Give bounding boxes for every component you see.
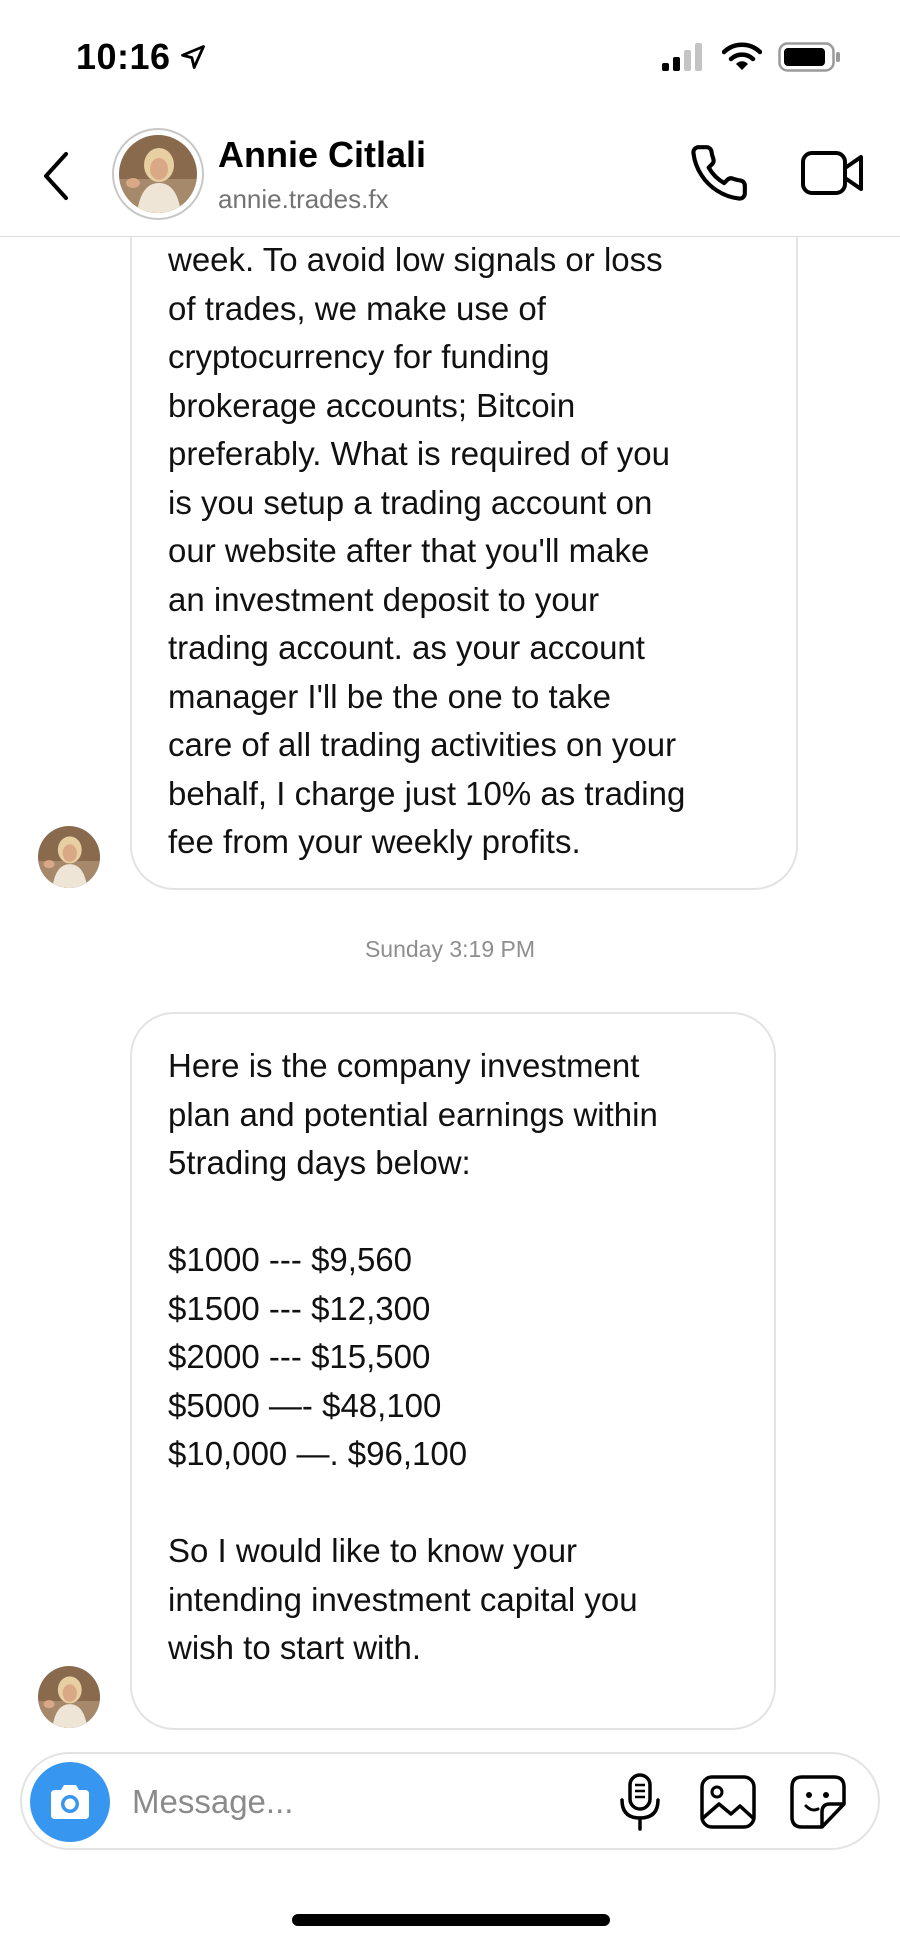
wifi-icon bbox=[722, 42, 762, 70]
chevron-left-icon bbox=[44, 152, 68, 200]
camera-icon bbox=[51, 1785, 89, 1819]
sticker-icon bbox=[790, 1775, 846, 1829]
camera-button[interactable] bbox=[30, 1762, 110, 1842]
video-call-button[interactable] bbox=[800, 144, 866, 202]
status-time-label: 10:16 bbox=[76, 36, 171, 77]
back-button[interactable] bbox=[36, 146, 76, 206]
message-bubble[interactable]: Here is the company investment plan and … bbox=[130, 1012, 776, 1730]
sender-avatar[interactable] bbox=[38, 1666, 100, 1728]
sticker-button[interactable] bbox=[788, 1774, 848, 1830]
status-time: 10:16 bbox=[76, 36, 207, 78]
image-icon bbox=[700, 1775, 756, 1829]
profile-photo bbox=[38, 1666, 100, 1728]
contact-username[interactable]: annie.trades.fx bbox=[218, 184, 389, 215]
home-indicator bbox=[292, 1914, 610, 1926]
cellular-signal-icon bbox=[662, 43, 702, 71]
voice-message-button[interactable] bbox=[612, 1772, 668, 1832]
gallery-button[interactable] bbox=[698, 1774, 758, 1830]
status-bar: 10:16 bbox=[0, 0, 900, 120]
status-icons bbox=[662, 42, 842, 72]
profile-photo bbox=[119, 135, 197, 213]
contact-avatar[interactable] bbox=[112, 128, 204, 220]
microphone-icon bbox=[620, 1773, 660, 1831]
message-input[interactable] bbox=[130, 1776, 494, 1828]
sender-avatar[interactable] bbox=[38, 826, 100, 888]
battery-icon bbox=[778, 42, 840, 72]
message-composer bbox=[20, 1752, 880, 1850]
audio-call-button[interactable] bbox=[688, 142, 750, 204]
location-arrow-icon bbox=[180, 45, 205, 69]
message-bubble[interactable]: week. To avoid low signals or loss of tr… bbox=[130, 150, 798, 890]
video-camera-icon bbox=[801, 151, 863, 195]
profile-photo bbox=[38, 826, 100, 888]
phone-icon bbox=[691, 145, 747, 201]
message-timestamp: Sunday 3:19 PM bbox=[364, 936, 536, 962]
contact-name[interactable]: Annie Citlali bbox=[218, 134, 426, 176]
chat-header: Annie Citlali annie.trades.fx bbox=[0, 120, 900, 237]
